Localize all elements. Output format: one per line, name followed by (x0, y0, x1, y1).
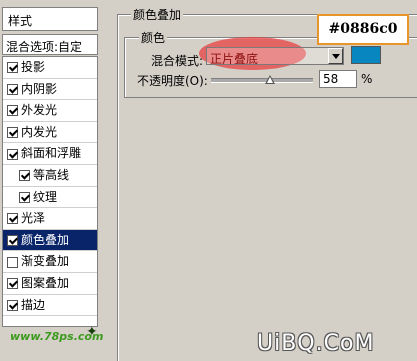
watermark: UiBQ.CoM (257, 331, 375, 356)
blend-mode-label: 混合模式: (151, 54, 204, 68)
styles-header-label: 样式 (8, 14, 33, 28)
style-checkbox[interactable] (7, 213, 18, 225)
site-logo: www.78ps.com ✦ (10, 324, 122, 354)
chevron-down-icon[interactable] (328, 48, 343, 64)
style-list-item-label: 渐变叠加 (21, 254, 70, 269)
style-list-item-label: 内发光 (21, 124, 58, 139)
style-list-item-label: 投影 (21, 60, 46, 74)
logo-figure-icon: ✦ (86, 324, 98, 340)
style-list-item-label: 颜色叠加 (21, 232, 70, 247)
color-group-title: 颜色 (139, 29, 168, 46)
styles-panel: 样式 混合选项:自定 投影内阴影外发光内发光斜面和浮雕等高线纹理光泽颜色叠加渐变… (0, 0, 103, 360)
style-checkbox[interactable] (7, 299, 18, 311)
style-checkbox[interactable] (7, 148, 18, 160)
percent-label: % (361, 72, 373, 86)
blend-mode-value[interactable]: 正片叠底 (210, 50, 258, 67)
style-list-item-label: 图案叠加 (21, 275, 70, 290)
style-checkbox[interactable] (19, 191, 30, 203)
style-list-item-label: 内阴影 (21, 81, 58, 96)
style-checkbox[interactable] (19, 170, 30, 182)
style-list-item[interactable]: 斜面和浮雕 (3, 143, 97, 165)
style-list-item[interactable]: 内发光 (3, 122, 97, 144)
style-list-item[interactable]: 图案叠加 (3, 273, 97, 295)
opacity-input[interactable]: 58 (319, 70, 357, 88)
color-swatch[interactable] (351, 46, 381, 64)
styles-header[interactable]: 样式 (2, 7, 98, 31)
style-list-item[interactable]: 内阴影 (3, 79, 97, 101)
style-list-item-label: 斜面和浮雕 (21, 146, 82, 161)
opacity-slider-track[interactable] (211, 78, 313, 83)
style-list-item[interactable]: 等高线 (3, 165, 97, 187)
style-checkbox[interactable] (7, 256, 18, 268)
style-list-item[interactable]: 投影 (3, 57, 97, 79)
style-checkbox[interactable] (7, 83, 18, 95)
section-title: 颜色叠加 (131, 6, 184, 23)
style-list-item-label: 外发光 (21, 103, 58, 118)
opacity-label: 不透明度(O): (137, 74, 208, 88)
style-list-item-label: 光泽 (21, 211, 46, 226)
style-list-item[interactable]: 光泽 (3, 208, 97, 230)
style-checkbox[interactable] (7, 105, 18, 117)
blend-options-item[interactable]: 混合选项:自定 (2, 34, 98, 55)
opacity-slider-thumb[interactable] (265, 75, 276, 84)
style-checkbox[interactable] (7, 278, 18, 290)
style-list-item[interactable]: 外发光 (3, 100, 97, 122)
style-list-item[interactable]: 渐变叠加 (3, 251, 97, 273)
style-checkbox[interactable] (7, 235, 18, 247)
blend-options-label: 混合选项:自定 (6, 40, 83, 54)
style-list-item[interactable]: 颜色叠加 (3, 229, 97, 252)
style-list-item[interactable]: 描边 (3, 295, 97, 317)
style-list-item-label: 纹理 (33, 189, 58, 204)
style-checkbox[interactable] (7, 62, 18, 74)
style-list-item[interactable]: 纹理 (3, 187, 97, 209)
style-list-item-label: 等高线 (33, 167, 70, 182)
style-list: 投影内阴影外发光内发光斜面和浮雕等高线纹理光泽颜色叠加渐变叠加图案叠加描边 (2, 56, 98, 327)
style-checkbox[interactable] (7, 127, 18, 139)
style-list-item-label: 描边 (21, 297, 46, 312)
hex-callout: #0886c0 (317, 14, 409, 45)
